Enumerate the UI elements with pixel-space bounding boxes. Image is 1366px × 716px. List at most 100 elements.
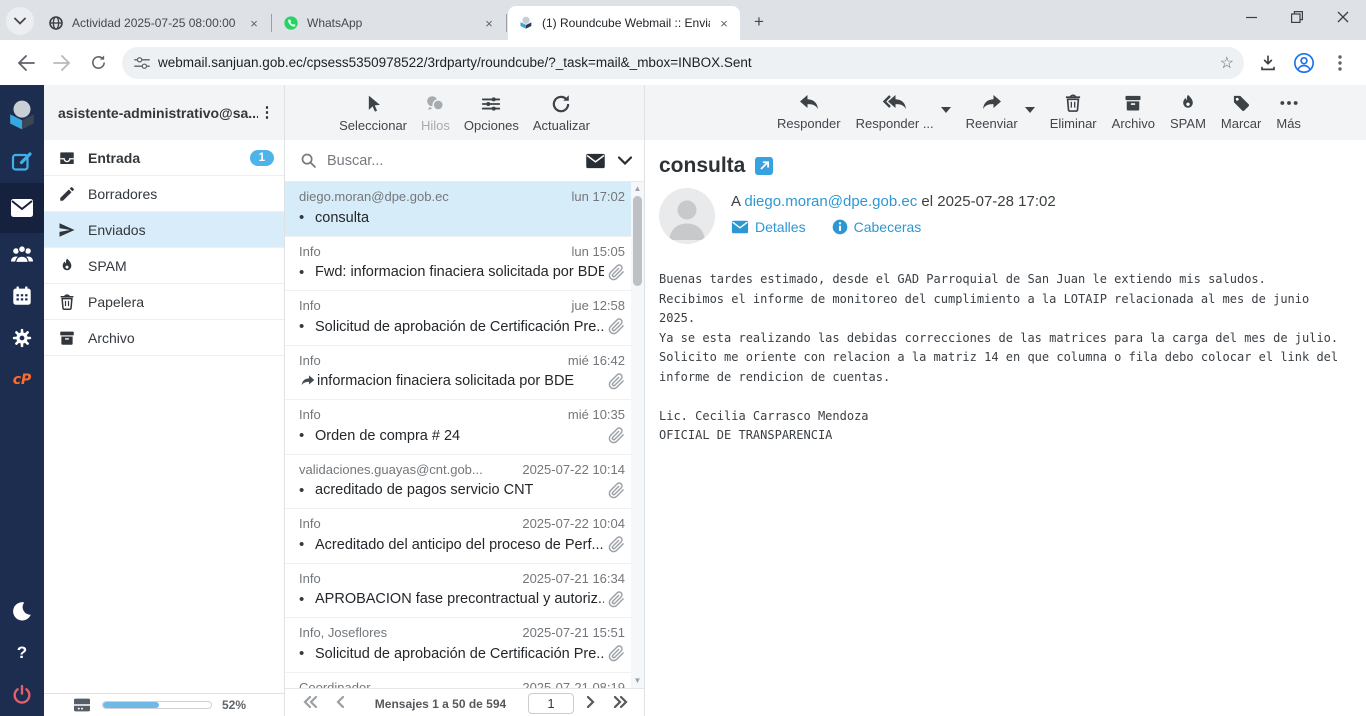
to-prefix: A — [731, 193, 740, 210]
recipient-address-link[interactable]: diego.moran@dpe.gob.ec — [744, 193, 917, 210]
message-date: 2025-07-21 15:51 — [522, 625, 625, 640]
forward-button[interactable] — [46, 47, 78, 79]
browser-tab-roundcube-active[interactable]: (1) Roundcube Webmail :: Envia × — [508, 6, 740, 40]
tab-title: (1) Roundcube Webmail :: Envia — [542, 16, 710, 30]
prev-page-button[interactable] — [327, 695, 353, 713]
scrollbar-thumb[interactable] — [633, 196, 642, 286]
tab-search-button[interactable] — [6, 7, 34, 35]
browser-menu-button[interactable] — [1324, 47, 1356, 79]
delete-button[interactable]: Eliminar — [1050, 93, 1097, 131]
tab-close-icon[interactable]: × — [246, 15, 262, 31]
list-item[interactable]: Infojue 12:58 •Solicitud de aprobación d… — [285, 291, 631, 346]
open-in-new-window-icon[interactable] — [755, 157, 773, 175]
list-item[interactable]: diego.moran@dpe.gob.eclun 17:02 •consult… — [285, 182, 631, 237]
downloads-button[interactable] — [1252, 47, 1284, 79]
select-button[interactable]: Seleccionar — [339, 93, 407, 133]
reply-all-dropdown-icon[interactable] — [941, 107, 951, 113]
browser-tab-actividad[interactable]: Actividad 2025-07-25 08:00:00 × — [38, 6, 270, 40]
browser-tab-whatsapp[interactable]: WhatsApp × — [273, 6, 505, 40]
restore-icon — [1291, 11, 1303, 23]
more-button[interactable]: Más — [1276, 93, 1301, 131]
reply-all-label: Responder ... — [856, 116, 934, 131]
archive-icon — [1123, 93, 1143, 113]
list-item[interactable]: Coordinador2025-07-21 08:19 — [285, 673, 631, 689]
tab-close-icon[interactable]: × — [481, 15, 497, 31]
scroll-up-icon[interactable]: ▲ — [631, 183, 644, 195]
folder-item-borradores[interactable]: Borradores — [44, 176, 284, 212]
page-number-input[interactable] — [528, 693, 574, 714]
refresh-label: Actualizar — [533, 118, 590, 133]
spam-button[interactable]: SPAM — [1170, 93, 1206, 131]
search-scope-mail-icon[interactable] — [585, 153, 606, 169]
list-item[interactable]: Infomié 10:35 •Orden de compra # 24 — [285, 400, 631, 455]
list-item[interactable]: Info2025-07-21 16:34 •APROBACION fase pr… — [285, 564, 631, 619]
rail-settings-button[interactable] — [0, 317, 44, 359]
search-options-chevron-icon[interactable] — [618, 156, 632, 165]
profile-button[interactable] — [1288, 47, 1320, 79]
bookmark-star-icon[interactable]: ☆ — [1220, 53, 1234, 73]
list-scrollbar[interactable]: ▲ ▼ — [631, 182, 644, 688]
folder-label: Enviados — [88, 222, 146, 238]
options-button[interactable]: Opciones — [464, 93, 519, 133]
list-item[interactable]: Info, Joseflores2025-07-21 15:51 •Solici… — [285, 618, 631, 673]
mark-button[interactable]: Marcar — [1221, 93, 1261, 131]
folder-item-spam[interactable]: SPAM — [44, 248, 284, 284]
folder-item-entrada[interactable]: Entrada 1 — [44, 140, 284, 176]
threads-button[interactable]: Hilos — [421, 93, 450, 133]
inbox-icon — [58, 149, 76, 167]
rail-help-button[interactable]: ? — [0, 632, 44, 674]
rail-contacts-button[interactable] — [0, 233, 44, 275]
scroll-down-icon[interactable]: ▼ — [631, 675, 644, 687]
kebab-menu-icon — [1338, 55, 1342, 71]
roundcube-logo[interactable] — [0, 89, 44, 141]
rail-cpanel-button[interactable]: cP — [0, 359, 44, 401]
list-item[interactable]: Info2025-07-22 10:04 •Acreditado del ant… — [285, 509, 631, 564]
folder-label: Papelera — [88, 294, 144, 310]
folder-item-archivo[interactable]: Archivo — [44, 320, 284, 356]
last-page-button[interactable] — [608, 695, 634, 713]
folder-options-button[interactable]: ⋮ — [258, 110, 276, 115]
message-subject: Acreditado del anticipo del proceso de P… — [315, 537, 604, 553]
archive-button[interactable]: Archivo — [1112, 93, 1155, 131]
next-page-button[interactable] — [578, 695, 604, 713]
cpanel-icon: cP — [13, 372, 32, 388]
search-bar[interactable]: Buscar... — [285, 140, 644, 182]
forward-button[interactable]: Reenviar — [966, 93, 1018, 131]
list-item[interactable]: Infomié 16:42 informacion finaciera soli… — [285, 346, 631, 401]
reload-button[interactable] — [82, 47, 114, 79]
rail-mail-button[interactable] — [0, 183, 44, 233]
reload-icon — [90, 54, 107, 71]
headers-toggle[interactable]: Cabeceras — [832, 219, 922, 235]
compose-icon — [10, 150, 34, 174]
list-item[interactable]: validaciones.guayas@cnt.gob...2025-07-22… — [285, 455, 631, 510]
rail-calendar-button[interactable] — [0, 275, 44, 317]
list-item[interactable]: Infolun 15:05 •Fwd: informacion finacier… — [285, 237, 631, 292]
reply-button[interactable]: Responder — [777, 93, 841, 131]
window-minimize-button[interactable] — [1228, 0, 1274, 34]
new-tab-button[interactable]: + — [746, 9, 772, 35]
window-restore-button[interactable] — [1274, 0, 1320, 34]
help-icon: ? — [17, 643, 27, 663]
quota-bar-fill — [103, 702, 159, 708]
refresh-button[interactable]: Actualizar — [533, 93, 590, 133]
back-button[interactable] — [10, 47, 42, 79]
forward-dropdown-icon[interactable] — [1025, 107, 1035, 113]
window-close-button[interactable] — [1320, 0, 1366, 34]
address-bar[interactable]: webmail.sanjuan.gob.ec/cpsess5350978522/… — [122, 47, 1244, 79]
reply-all-button[interactable]: Responder ... — [856, 93, 934, 131]
folder-item-papelera[interactable]: Papelera — [44, 284, 284, 320]
rail-compose-button[interactable] — [0, 141, 44, 183]
folder-item-enviados[interactable]: Enviados — [44, 212, 284, 248]
tab-close-icon[interactable]: × — [716, 15, 732, 31]
details-toggle[interactable]: Detalles — [731, 219, 806, 235]
first-page-button[interactable] — [297, 695, 323, 713]
rail-logout-button[interactable] — [0, 674, 44, 716]
trash-icon — [1063, 93, 1083, 113]
forward-label: Reenviar — [966, 116, 1018, 131]
globe-icon — [48, 15, 64, 31]
sender-avatar — [659, 188, 715, 244]
refresh-icon — [550, 93, 572, 115]
rail-darkmode-button[interactable] — [0, 590, 44, 632]
spam-flame-icon — [58, 257, 76, 275]
attachment-icon — [608, 536, 625, 553]
